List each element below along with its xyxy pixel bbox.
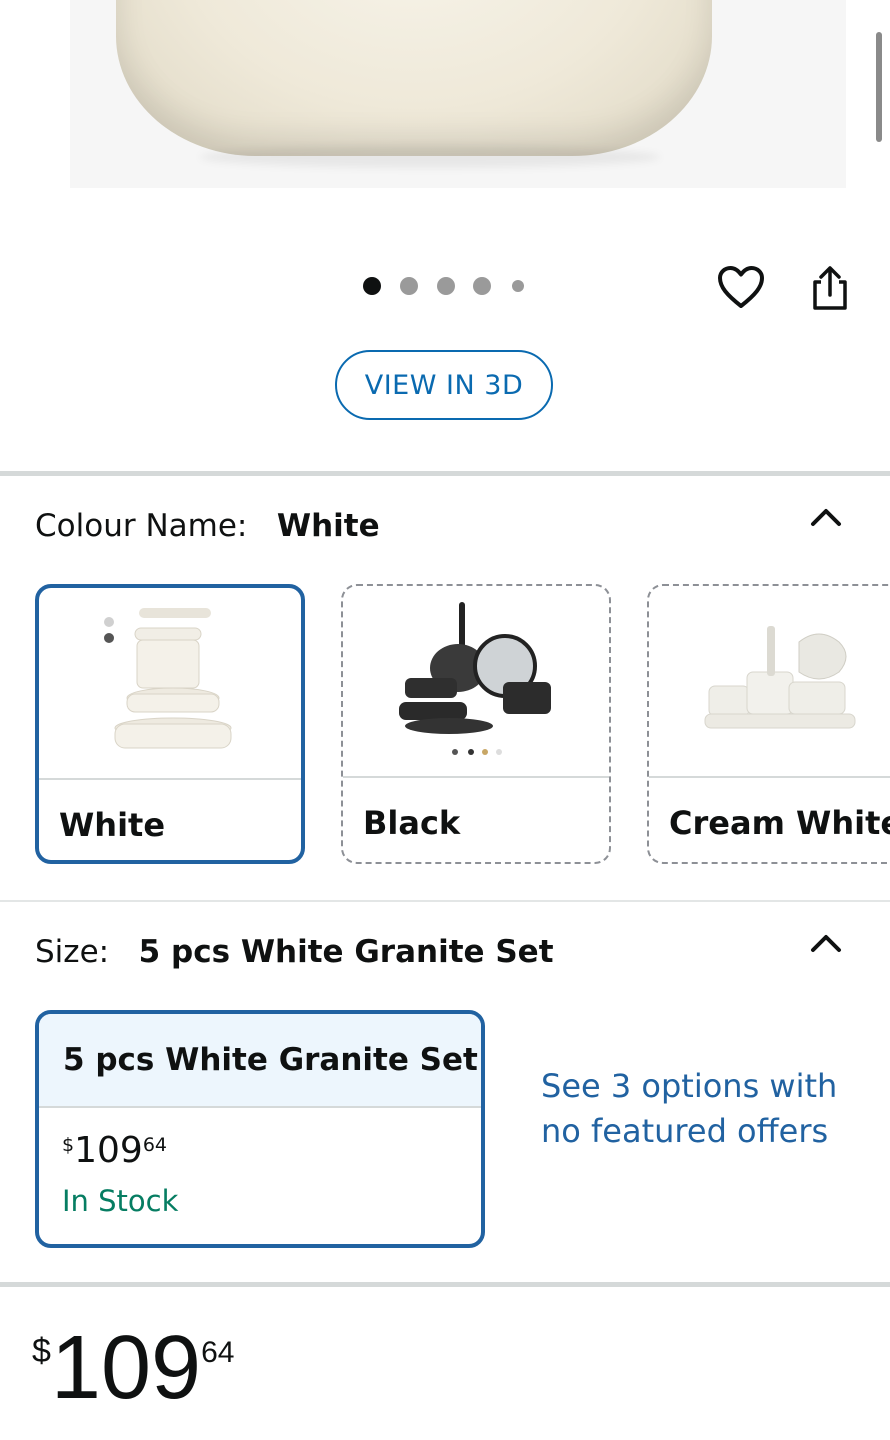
main-price-currency: $	[32, 1332, 51, 1370]
chevron-up-icon	[811, 509, 841, 526]
swatch-label: Black	[363, 804, 461, 842]
size-label: Size:	[35, 934, 110, 970]
cookware-pot-illustration	[116, 0, 712, 156]
colour-selected-value: White	[276, 508, 380, 544]
size-option-title: 5 pcs White Granite Set	[63, 1042, 478, 1078]
carousel-dot[interactable]	[437, 277, 455, 295]
size-option-divider	[39, 1106, 481, 1108]
price-currency: $	[62, 1134, 75, 1156]
colour-swatch-black[interactable]: Black	[341, 584, 611, 864]
main-price: $10964	[32, 1320, 234, 1416]
carousel-dot[interactable]	[473, 277, 491, 295]
main-price-whole: 109	[50, 1318, 202, 1418]
stock-status: In Stock	[62, 1184, 179, 1218]
swatch-image-white-set	[39, 588, 301, 778]
swatch-divider	[39, 778, 301, 780]
share-icon	[813, 266, 847, 310]
swatch-image-cream-set	[649, 586, 890, 776]
wishlist-button[interactable]	[712, 258, 770, 316]
carousel-dot-active[interactable]	[363, 277, 381, 295]
size-option-header: 5 pcs White Granite Set	[39, 1014, 481, 1106]
main-price-fraction: 64	[201, 1336, 235, 1369]
size-option-price: $10964	[62, 1130, 167, 1171]
colour-label: Colour Name:	[35, 508, 248, 544]
price-whole: 109	[74, 1130, 143, 1171]
swatch-divider	[649, 776, 890, 778]
section-divider	[0, 471, 890, 476]
size-row[interactable]: Size: 5 pcs White Granite Set	[35, 934, 554, 970]
pot-shadow	[200, 146, 660, 168]
see-options-link[interactable]: See 3 options with no featured offers	[541, 1064, 861, 1154]
colour-row[interactable]: Colour Name: White	[35, 508, 380, 544]
swatch-label: Cream White	[669, 804, 890, 842]
colour-collapse-button[interactable]	[806, 500, 846, 534]
size-selected-value: 5 pcs White Granite Set	[138, 934, 554, 970]
carousel-dot[interactable]	[512, 280, 524, 292]
view-in-3d-button[interactable]: VIEW IN 3D	[335, 350, 553, 420]
chevron-up-icon	[811, 935, 841, 952]
section-divider	[0, 900, 890, 902]
scrollbar[interactable]	[876, 32, 882, 142]
price-fraction: 64	[142, 1134, 167, 1156]
section-divider	[0, 1282, 890, 1287]
swatch-label: White	[59, 806, 166, 844]
heart-outline-icon	[718, 266, 764, 308]
swatch-divider	[343, 776, 609, 778]
size-collapse-button[interactable]	[806, 926, 846, 960]
carousel-indicator[interactable]	[360, 275, 530, 297]
share-button[interactable]	[802, 260, 858, 316]
colour-swatch-white[interactable]: White	[35, 584, 305, 864]
colour-swatch-cream-white[interactable]: Cream White	[647, 584, 890, 864]
carousel-dot[interactable]	[400, 277, 418, 295]
swatch-image-black-set	[343, 586, 609, 776]
product-image[interactable]	[0, 0, 890, 190]
